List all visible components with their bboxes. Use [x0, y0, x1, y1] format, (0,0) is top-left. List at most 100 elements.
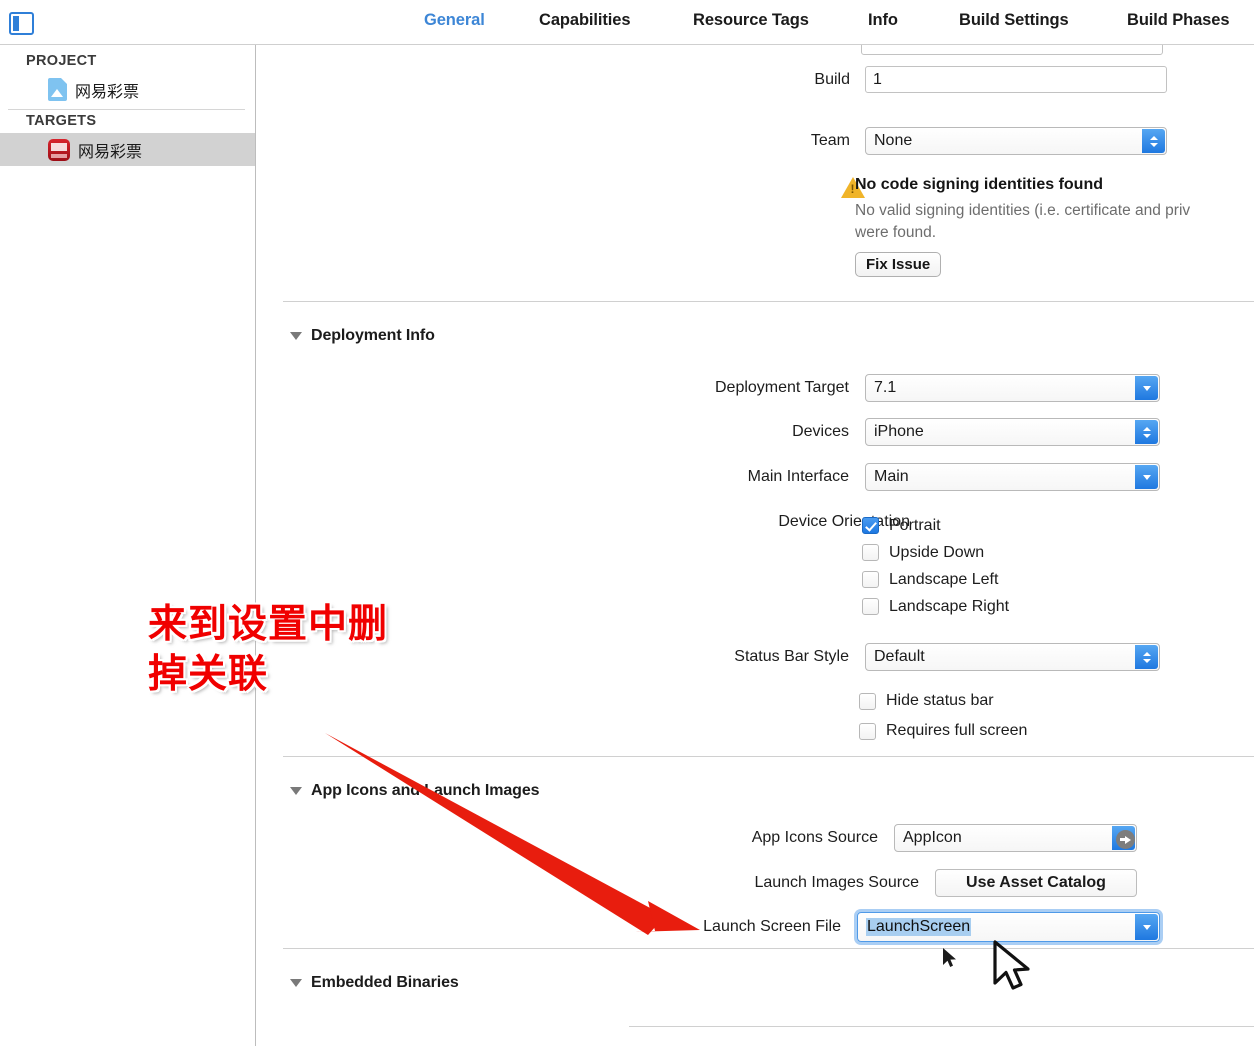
project-document-icon	[48, 78, 67, 101]
checkbox-hide-status-bar[interactable]: Hide status bar	[859, 686, 1027, 716]
tab-resource-tags[interactable]: Resource Tags	[693, 11, 809, 30]
disclosure-triangle-icon[interactable]	[290, 787, 302, 795]
main-interface-row: Main Interface Main	[257, 463, 1160, 491]
status-bar-style-value: Default	[874, 648, 925, 665]
main-interface-value: Main	[874, 468, 909, 485]
checkbox-label: Requires full screen	[886, 722, 1028, 739]
launch-screen-file-label: Launch Screen File	[703, 918, 841, 935]
deployment-info-title: Deployment Info	[311, 327, 435, 344]
annotation-text: 来到设置中删 掉关联	[148, 602, 389, 697]
disclosure-triangle-icon[interactable]	[290, 332, 302, 340]
checkbox-upside-down[interactable]: Upside Down	[862, 539, 1009, 566]
main-interface-combo[interactable]: Main	[865, 463, 1160, 491]
sidebar-item-project-label: 网易彩票	[75, 83, 140, 101]
checkbox-label: Landscape Left	[889, 570, 999, 588]
navigator-toggle-icon[interactable]	[9, 12, 34, 35]
warning-title: No code signing identities found	[855, 176, 1103, 193]
embedded-binaries-title: Embedded Binaries	[311, 974, 459, 991]
section-divider	[283, 756, 1254, 757]
tab-info[interactable]: Info	[868, 11, 898, 30]
deployment-target-combo[interactable]: 7.1	[865, 374, 1160, 402]
chevron-down-icon	[1135, 376, 1158, 400]
chevron-down-icon	[1135, 914, 1158, 940]
sidebar-divider	[8, 109, 245, 110]
embedded-binaries-section-header[interactable]: Embedded Binaries	[290, 974, 459, 992]
section-divider	[283, 301, 1254, 302]
build-row: Build 1	[257, 66, 1167, 93]
app-icons-source-popup[interactable]: AppIcon	[894, 824, 1137, 852]
warning-body-line1: No valid signing identities (i.e. certif…	[855, 202, 1191, 219]
deployment-target-label: Deployment Target	[715, 379, 849, 396]
checkbox-icon[interactable]	[862, 598, 879, 615]
checkbox-label: Portrait	[889, 516, 941, 534]
devices-label: Devices	[792, 423, 849, 440]
checkbox-landscape-right[interactable]: Landscape Right	[862, 593, 1009, 620]
team-label: Team	[810, 132, 850, 149]
chevron-down-icon	[1135, 465, 1158, 489]
project-navigator-sidebar: PROJECT 网易彩票 TARGETS 网易彩票	[0, 45, 256, 1046]
deployment-target-value: 7.1	[874, 379, 897, 396]
sidebar-item-project[interactable]: 网易彩票	[0, 73, 255, 106]
checkbox-label: Landscape Right	[889, 597, 1010, 615]
version-field-clipped[interactable]	[861, 45, 1163, 55]
sidebar-header-targets: TARGETS	[26, 113, 97, 129]
popup-arrows-icon	[1135, 645, 1158, 669]
device-orientation-label: Device Orientation	[778, 513, 910, 530]
build-label: Build	[814, 70, 850, 88]
section-divider	[283, 948, 1254, 949]
sidebar-header-project: PROJECT	[26, 53, 97, 69]
checkbox-icon[interactable]	[859, 692, 876, 710]
status-bar-style-row: Status Bar Style Default	[257, 643, 1160, 671]
code-signing-warning: No code signing identities found No vali…	[855, 176, 1190, 277]
editor-tab-bar: General Capabilities Resource Tags Info …	[0, 0, 1254, 45]
main-interface-label: Main Interface	[747, 468, 849, 485]
app-icons-source-row: App Icons Source AppIcon	[257, 824, 1137, 852]
use-asset-catalog-button[interactable]: Use Asset Catalog	[935, 869, 1137, 897]
checkbox-landscape-left[interactable]: Landscape Left	[862, 566, 1009, 593]
warning-body-line2: were found.	[855, 224, 936, 241]
app-icons-title: App Icons and Launch Images	[311, 782, 540, 799]
team-row: Team None	[257, 127, 1167, 155]
checkbox-icon[interactable]	[859, 722, 876, 740]
devices-value: iPhone	[874, 423, 924, 440]
build-field[interactable]: 1	[865, 66, 1167, 93]
deployment-info-section-header[interactable]: Deployment Info	[290, 327, 435, 345]
launch-images-source-label: Launch Images Source	[754, 874, 919, 891]
status-bar-options-group: Hide status bar Requires full screen	[859, 686, 1027, 746]
tab-capabilities[interactable]: Capabilities	[539, 11, 631, 30]
sidebar-item-target[interactable]: 网易彩票	[0, 133, 255, 166]
checkbox-icon[interactable]	[862, 517, 879, 534]
app-bundle-icon	[48, 138, 70, 161]
deployment-target-row: Deployment Target 7.1	[257, 374, 1160, 402]
checkbox-label: Upside Down	[889, 543, 985, 561]
checkbox-icon[interactable]	[862, 571, 879, 588]
table-divider	[629, 1026, 1254, 1027]
launch-screen-file-value: LaunchScreen	[866, 918, 972, 936]
fix-issue-button[interactable]: Fix Issue	[855, 252, 942, 277]
reveal-in-navigator-icon[interactable]	[1116, 830, 1135, 849]
launch-screen-file-row: Launch Screen File LaunchScreen	[257, 912, 1160, 942]
launch-screen-file-combo[interactable]: LaunchScreen	[857, 912, 1160, 942]
launch-images-source-row: Launch Images Source Use Asset Catalog	[257, 869, 1137, 897]
disclosure-triangle-icon[interactable]	[290, 979, 302, 987]
checkbox-portrait[interactable]: Portrait	[862, 512, 1009, 539]
device-orientation-group: Portrait Upside Down Landscape Left Land…	[862, 512, 1009, 620]
status-bar-style-label: Status Bar Style	[734, 648, 849, 665]
tab-build-phases[interactable]: Build Phases	[1127, 11, 1230, 30]
app-icons-section-header[interactable]: App Icons and Launch Images	[290, 782, 540, 800]
team-popup[interactable]: None	[865, 127, 1167, 155]
target-editor-pane: Build 1 Team None No code signing identi…	[257, 45, 1254, 1046]
xcode-window: General Capabilities Resource Tags Info …	[0, 0, 1254, 1046]
sidebar-item-target-label: 网易彩票	[78, 143, 143, 161]
status-bar-style-popup[interactable]: Default	[865, 643, 1160, 671]
popup-arrows-icon	[1142, 129, 1165, 153]
tab-general[interactable]: General	[424, 11, 485, 30]
checkbox-requires-full-screen[interactable]: Requires full screen	[859, 716, 1027, 746]
app-icons-source-label: App Icons Source	[751, 829, 878, 846]
tab-build-settings[interactable]: Build Settings	[959, 11, 1069, 30]
checkbox-label: Hide status bar	[886, 692, 994, 709]
popup-arrows-icon	[1135, 420, 1158, 444]
devices-popup[interactable]: iPhone	[865, 418, 1160, 446]
checkbox-icon[interactable]	[862, 544, 879, 561]
devices-row: Devices iPhone	[257, 418, 1160, 446]
